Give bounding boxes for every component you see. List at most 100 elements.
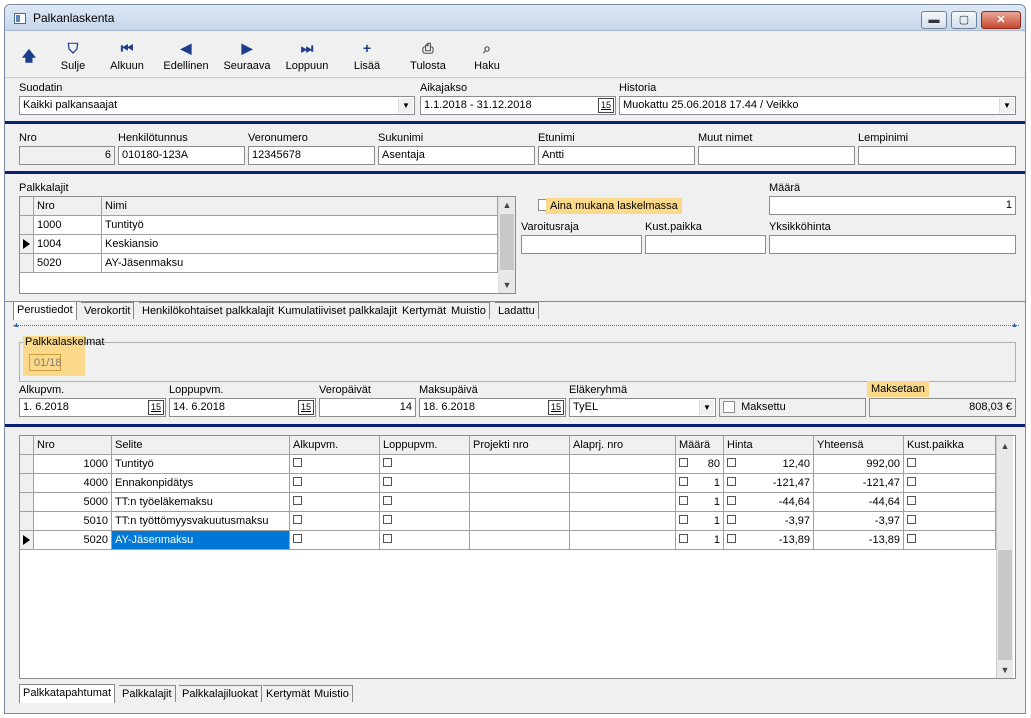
cell-hinta[interactable]: -121,47: [724, 474, 814, 493]
cell-selite[interactable]: Tuntityö: [112, 455, 290, 474]
tab-muistio[interactable]: Muistio: [448, 302, 490, 319]
cell-picker-icon[interactable]: [727, 496, 736, 505]
aikajakso-field[interactable]: 1.1.2018 - 31.12.2018 15: [420, 96, 616, 115]
cell-yhteensa[interactable]: -13,89: [814, 531, 904, 550]
cell-picker-icon[interactable]: [383, 496, 392, 505]
palkkalajit-grid[interactable]: Nro Nimi 1000 Tuntityö 1004 Keskiansio 5…: [19, 196, 516, 294]
cell-alkupvm[interactable]: [290, 493, 380, 512]
cell-picker-icon[interactable]: [679, 477, 688, 486]
yksikkohinta-field[interactable]: [769, 235, 1016, 254]
loppupvm-field[interactable]: 14. 6.2018 15: [169, 398, 316, 417]
suodatin-select[interactable]: Kaikki palkansaajat ▼: [19, 96, 415, 115]
col-nro[interactable]: Nro: [34, 197, 102, 216]
varoitusraja-field[interactable]: [521, 235, 642, 254]
edellinen-button[interactable]: ◀ Edellinen: [157, 32, 215, 78]
seuraava-button[interactable]: ▶ Seuraava: [219, 32, 275, 78]
tab-perustiedot[interactable]: Perustiedot: [13, 301, 77, 320]
cell-picker-icon[interactable]: [727, 515, 736, 524]
maksupaiva-field[interactable]: 18. 6.2018 15: [419, 398, 566, 417]
elakeryhma-select[interactable]: TyEL ▼: [569, 398, 716, 417]
chevron-down-icon[interactable]: ▼: [699, 400, 714, 415]
loppuun-button[interactable]: ⏭ Loppuun: [279, 32, 335, 78]
cell-kustpaikka[interactable]: [904, 493, 996, 512]
col-loppupvm[interactable]: Loppupvm.: [380, 436, 470, 455]
cell-picker-icon[interactable]: [293, 534, 302, 543]
cell-picker-icon[interactable]: [383, 515, 392, 524]
calendar-icon[interactable]: 15: [548, 400, 564, 415]
muut-nimet-field[interactable]: [698, 146, 855, 165]
tab-palkkalajiluokat[interactable]: Palkkalajiluokat: [179, 685, 262, 702]
cell-yhteensa[interactable]: -121,47: [814, 474, 904, 493]
cell-picker-icon[interactable]: [293, 496, 302, 505]
cell-loppupvm[interactable]: [380, 493, 470, 512]
sulje-button[interactable]: ⛉ Sulje: [51, 32, 95, 78]
cell-picker-icon[interactable]: [679, 534, 688, 543]
cell-projekti[interactable]: [470, 531, 570, 550]
cell-picker-icon[interactable]: [907, 477, 916, 486]
tab-ladattu[interactable]: Ladattu: [495, 302, 539, 319]
lisaa-button[interactable]: + Lisää: [347, 32, 387, 78]
cell-maara[interactable]: 1: [676, 474, 724, 493]
cell-picker-icon[interactable]: [383, 534, 392, 543]
cell-alkupvm[interactable]: [290, 455, 380, 474]
up-button[interactable]: 🡅: [15, 32, 43, 78]
palkkalaji-nro[interactable]: 1000: [34, 216, 102, 235]
minimize-button[interactable]: ▬: [921, 11, 947, 29]
cell-picker-icon[interactable]: [907, 534, 916, 543]
historia-select[interactable]: Muokattu 25.06.2018 17.44 / Veikko ▼: [619, 96, 1016, 115]
tab-henkilokohtaiset[interactable]: Henkilökohtaiset palkkalajit: [139, 302, 279, 319]
chevron-up-icon[interactable]: ▲: [499, 197, 515, 213]
lempinimi-field[interactable]: [858, 146, 1016, 165]
etunimi-field[interactable]: Antti: [538, 146, 695, 165]
chevron-up-icon[interactable]: ▲: [997, 438, 1013, 454]
cell-picker-icon[interactable]: [907, 458, 916, 467]
cell-yhteensa[interactable]: -44,64: [814, 493, 904, 512]
col-selite[interactable]: Selite: [112, 436, 290, 455]
cell-alkupvm[interactable]: [290, 474, 380, 493]
veronumero-field[interactable]: 12345678: [248, 146, 375, 165]
cell-alaprj[interactable]: [570, 531, 676, 550]
maksettu-checkbox[interactable]: [723, 401, 735, 414]
calendar-icon[interactable]: 15: [298, 400, 314, 415]
henkilotunnus-field[interactable]: 010180-123A: [118, 146, 245, 165]
cell-picker-icon[interactable]: [679, 496, 688, 505]
tab-kumulatiiviset[interactable]: Kumulatiiviset palkkalajit: [275, 302, 402, 319]
cell-hinta[interactable]: 12,40: [724, 455, 814, 474]
cell-nro[interactable]: 5020: [34, 531, 112, 550]
col-hinta[interactable]: Hinta: [724, 436, 814, 455]
cell-maara[interactable]: 80: [676, 455, 724, 474]
palkkalaji-nro[interactable]: 1004: [34, 235, 102, 254]
cell-nro[interactable]: 4000: [34, 474, 112, 493]
chevron-down-icon[interactable]: ▼: [499, 277, 515, 293]
cell-maara[interactable]: 1: [676, 531, 724, 550]
col-yhteensa[interactable]: Yhteensä: [814, 436, 904, 455]
tab-verokortit[interactable]: Verokortit: [81, 302, 135, 319]
tab-muistio[interactable]: Muistio: [311, 685, 353, 702]
cell-selite[interactable]: TT:n työttömyysvakuutusmaksu: [112, 512, 290, 531]
cell-yhteensa[interactable]: -3,97: [814, 512, 904, 531]
cell-hinta[interactable]: -13,89: [724, 531, 814, 550]
chevron-down-icon[interactable]: ▼: [997, 662, 1013, 678]
scroll-thumb[interactable]: [500, 214, 514, 270]
col-nro[interactable]: Nro: [34, 436, 112, 455]
laskelma-item[interactable]: 01/18: [29, 354, 62, 371]
palkkalajit-scrollbar[interactable]: ▲ ▼: [498, 197, 515, 293]
splitter[interactable]: [13, 325, 1019, 326]
col-maara[interactable]: Määrä: [676, 436, 724, 455]
cell-alkupvm[interactable]: [290, 512, 380, 531]
cell-picker-icon[interactable]: [679, 515, 688, 524]
alkuun-button[interactable]: ⏮ Alkuun: [103, 32, 151, 78]
cell-selite[interactable]: AY-Jäsenmaksu: [112, 531, 290, 550]
cell-projekti[interactable]: [470, 493, 570, 512]
cell-selite[interactable]: TT:n työeläkemaksu: [112, 493, 290, 512]
palkkatapahtumat-grid[interactable]: Nro Selite Alkupvm. Loppupvm. Projekti n…: [19, 435, 1016, 679]
cell-loppupvm[interactable]: [380, 512, 470, 531]
cell-picker-icon[interactable]: [293, 477, 302, 486]
cell-projekti[interactable]: [470, 474, 570, 493]
cell-picker-icon[interactable]: [293, 515, 302, 524]
kustpaikka-field[interactable]: [645, 235, 766, 254]
cell-picker-icon[interactable]: [907, 515, 916, 524]
scroll-thumb[interactable]: [998, 550, 1012, 660]
tab-kertymat[interactable]: Kertymät: [263, 685, 315, 702]
calendar-icon[interactable]: 15: [598, 98, 614, 113]
